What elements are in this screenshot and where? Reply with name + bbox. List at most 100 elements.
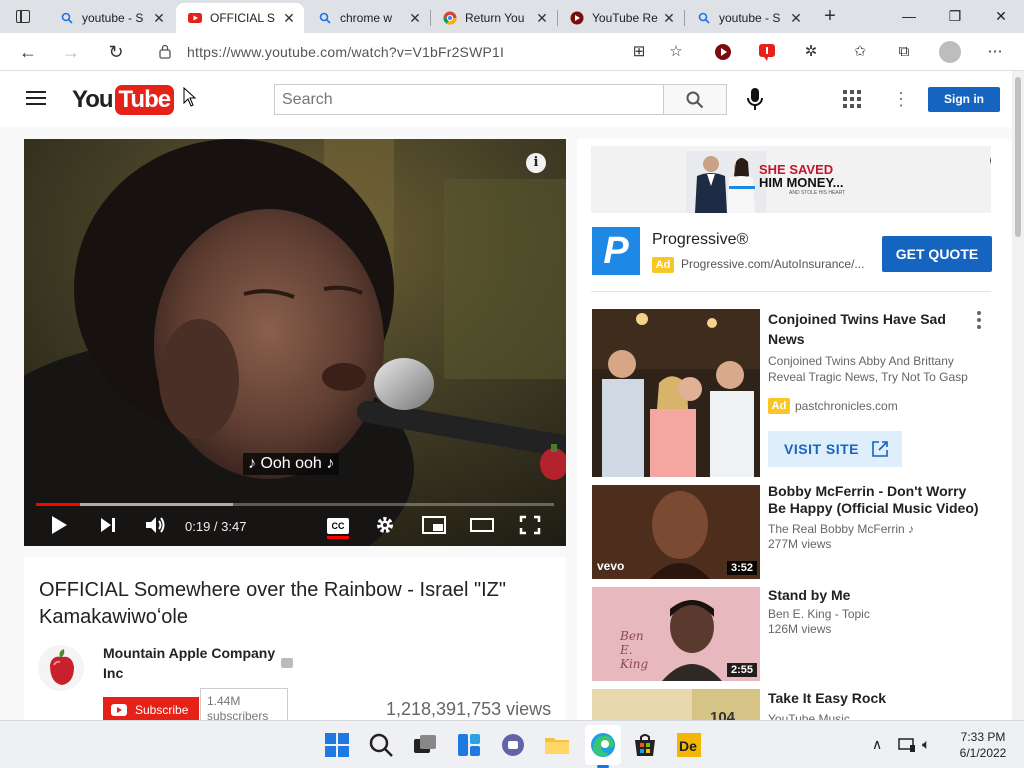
extension-return-dislike-icon[interactable]: [712, 41, 734, 63]
tab-youtube-search-2[interactable]: youtube - S ✕: [685, 3, 811, 33]
forward-icon[interactable]: →: [59, 40, 83, 64]
banner-ad[interactable]: SHE SAVED HIM MONEY... AND STOLE HIS HEA…: [591, 146, 991, 213]
advertiser-url[interactable]: Progressive.com/AutoInsurance/...: [681, 257, 871, 271]
settings-gear-icon[interactable]: [375, 515, 395, 537]
tab-actions-icon[interactable]: [8, 6, 38, 28]
tab-title: Return You: [465, 11, 525, 25]
video-duration: 3:52: [726, 561, 757, 575]
show-hidden-icons-icon[interactable]: ∧: [872, 736, 882, 753]
settings-more-icon[interactable]: ⋯: [984, 41, 1006, 63]
search-input[interactable]: Search: [274, 84, 664, 115]
get-quote-button[interactable]: GET QUOTE: [882, 236, 992, 272]
tab-chrome-search[interactable]: chrome w ✕: [306, 3, 430, 33]
close-window-icon[interactable]: ✕: [978, 4, 1024, 28]
youtube-apps-icon[interactable]: [843, 90, 861, 108]
subscribe-button[interactable]: Subscribe: [103, 697, 199, 722]
youtube-header: You Tube Search ⋮ Sign in: [0, 71, 1012, 127]
channel-name[interactable]: Mountain Apple Company Inc: [103, 643, 278, 683]
close-tab-icon[interactable]: ✕: [662, 11, 676, 25]
volume-icon[interactable]: [145, 515, 167, 537]
play-icon[interactable]: [50, 515, 68, 537]
tab-official-video[interactable]: OFFICIAL S ✕: [176, 3, 304, 33]
video-thumbnail[interactable]: Ben E. King 2:55: [592, 587, 760, 681]
channel-avatar[interactable]: [38, 645, 84, 691]
windows-start-icon[interactable]: [323, 731, 351, 759]
add-favorite-icon[interactable]: ☆: [665, 41, 687, 63]
dev-app-icon[interactable]: De: [675, 731, 703, 759]
tab-return-youtube[interactable]: Return You ✕: [431, 3, 557, 33]
lock-icon[interactable]: [159, 44, 171, 59]
volume-icon[interactable]: 🔈︎: [922, 736, 930, 753]
scrollbar-thumb[interactable]: [1015, 77, 1021, 237]
network-icon[interactable]: [898, 737, 916, 753]
promo-title[interactable]: Conjoined Twins Have Sad News: [768, 309, 968, 349]
new-tab-icon[interactable]: +: [818, 6, 842, 26]
info-icon[interactable]: i: [526, 153, 546, 173]
microphone-icon[interactable]: [746, 87, 764, 111]
microsoft-store-icon[interactable]: [631, 731, 659, 759]
clock[interactable]: 7:33 PM 6/1/2022: [952, 729, 1014, 761]
video-channel[interactable]: Ben E. King - Topic: [768, 606, 870, 622]
current-time: 0:19: [185, 519, 211, 534]
sign-in-button[interactable]: Sign in: [928, 87, 1000, 112]
task-view-icon[interactable]: [411, 731, 439, 759]
address-bar[interactable]: https://www.youtube.com/watch?v=V1bFr2SW…: [147, 38, 697, 66]
video-thumbnail[interactable]: vevo 3:52: [592, 485, 760, 579]
verified-icon: [281, 658, 293, 668]
collections-icon[interactable]: ⧉: [893, 41, 915, 63]
teams-chat-icon[interactable]: [499, 731, 527, 759]
more-actions-icon[interactable]: [974, 311, 984, 329]
apps-available-icon[interactable]: ⊞: [628, 41, 650, 63]
video-title: OFFICIAL Somewhere over the Rainbow - Is…: [39, 579, 506, 628]
progressive-logo[interactable]: P: [592, 227, 640, 275]
back-icon[interactable]: ←: [16, 40, 40, 64]
progress-bar[interactable]: [36, 503, 554, 506]
theater-mode-icon[interactable]: [470, 515, 494, 537]
close-tab-icon[interactable]: ✕: [282, 11, 296, 25]
video-thumbnail[interactable]: 104: [592, 689, 760, 720]
restore-icon[interactable]: ❐: [932, 4, 978, 28]
minimize-icon[interactable]: —: [886, 4, 932, 28]
close-tab-icon[interactable]: ✕: [789, 11, 803, 25]
video-channel[interactable]: YouTube Music: [768, 711, 850, 720]
mouse-cursor-icon: [183, 87, 197, 107]
video-title[interactable]: Bobby McFerrin - Don't Worry Be Happy (O…: [768, 483, 983, 517]
time-separator: /: [210, 519, 222, 534]
next-video-icon[interactable]: [99, 515, 117, 537]
close-tab-icon[interactable]: ✕: [408, 11, 422, 25]
tab-title: OFFICIAL S: [210, 11, 275, 25]
page-scrollbar[interactable]: [1012, 71, 1024, 720]
extension-icon: [570, 11, 584, 25]
profile-avatar[interactable]: [939, 41, 961, 63]
favorites-icon[interactable]: ✩: [849, 41, 871, 63]
sidebar: SHE SAVED HIM MONEY... AND STOLE HIS HEA…: [577, 139, 1012, 720]
file-explorer-icon[interactable]: [543, 731, 571, 759]
visit-site-button[interactable]: VISIT SITE: [768, 431, 902, 467]
widgets-icon[interactable]: [455, 731, 483, 759]
video-title[interactable]: Take It Easy Rock: [768, 688, 968, 708]
search-icon[interactable]: [367, 731, 395, 759]
extensions-puzzle-icon[interactable]: ✲: [800, 41, 822, 63]
edge-browser-icon[interactable]: [589, 731, 617, 759]
menu-icon[interactable]: [26, 91, 46, 107]
video-title[interactable]: Stand by Me: [768, 585, 968, 605]
tab-youtube-return-ext[interactable]: YouTube Re ✕: [558, 3, 684, 33]
close-tab-icon[interactable]: ✕: [152, 11, 166, 25]
fullscreen-icon[interactable]: [519, 515, 541, 537]
extension-dislike-icon[interactable]: [756, 41, 778, 63]
video-player[interactable]: i ♪ Ooh ooh ♪ 0:19 / 3:47 CC: [24, 139, 566, 546]
promo-thumbnail[interactable]: [592, 309, 760, 477]
more-options-icon[interactable]: ⋮: [891, 88, 911, 110]
refresh-icon[interactable]: ↻: [104, 40, 128, 64]
tab-youtube-search-1[interactable]: youtube - S ✕: [48, 3, 174, 33]
advertiser-name[interactable]: Progressive®: [652, 231, 748, 249]
video-channel[interactable]: The Real Bobby McFerrin ♪: [768, 521, 914, 537]
tab-title: youtube - S: [82, 11, 144, 25]
close-tab-icon[interactable]: ✕: [535, 11, 549, 25]
subtitles-button[interactable]: CC: [327, 518, 349, 534]
clock-date: 6/1/2022: [959, 746, 1007, 760]
search-button[interactable]: [663, 84, 727, 115]
youtube-logo[interactable]: You Tube: [72, 85, 175, 115]
miniplayer-icon[interactable]: [422, 515, 446, 537]
visit-site-label: VISIT SITE: [784, 441, 860, 457]
